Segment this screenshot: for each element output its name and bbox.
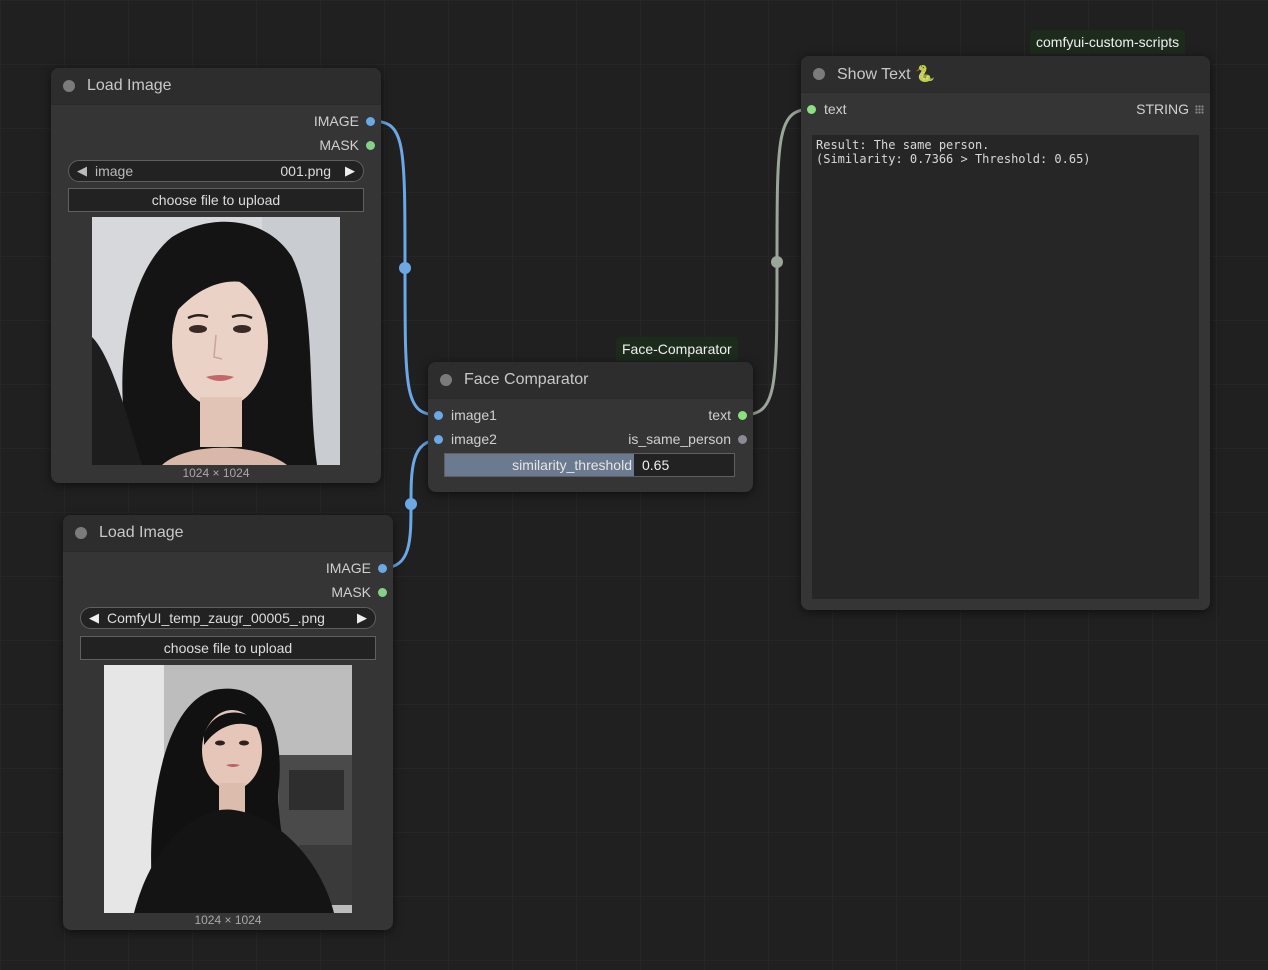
- input-slot-dot-icon[interactable]: [434, 434, 443, 444]
- output-label: IMAGE: [313, 113, 359, 129]
- face-comparator-node[interactable]: Face Comparator image1 image2 text is_sa…: [428, 362, 753, 492]
- output-label: text: [708, 407, 731, 423]
- show-text-node[interactable]: Show Text 🐍 text STRING Result: The same…: [801, 56, 1210, 610]
- combo-right-arrow-icon[interactable]: ▶: [337, 163, 363, 179]
- node-title-bar[interactable]: Load Image: [63, 515, 393, 552]
- link-midpoint-image2[interactable]: [405, 498, 417, 510]
- slider-value: 0.65: [642, 457, 670, 473]
- input-label: image1: [451, 407, 497, 423]
- upload-button[interactable]: choose file to upload: [68, 188, 364, 212]
- node-title: Face Comparator: [464, 371, 589, 388]
- combo-label: image: [95, 163, 134, 179]
- result-line: (Similarity: 0.7366 > Threshold: 0.65): [816, 152, 1091, 166]
- load-image-node-1[interactable]: Load Image IMAGE MASK ◀ image 001.png ▶ …: [51, 68, 381, 483]
- output-slot-dot-icon[interactable]: [366, 116, 375, 126]
- output-mask[interactable]: MASK: [319, 135, 375, 155]
- output-slot-dot-icon[interactable]: [738, 410, 747, 420]
- output-text[interactable]: text: [708, 405, 747, 425]
- image-combo-widget[interactable]: ◀ ComfyUI_temp_zaugr_00005_.png ▶: [80, 607, 376, 629]
- image-dimensions: 1024 × 1024: [182, 466, 250, 480]
- output-slot-dot-icon[interactable]: [378, 587, 387, 597]
- combo-right-arrow-icon[interactable]: ▶: [349, 610, 375, 626]
- output-image[interactable]: IMAGE: [326, 558, 387, 578]
- collapse-dot-icon[interactable]: [813, 68, 825, 80]
- collapse-dot-icon[interactable]: [63, 80, 75, 92]
- output-mask[interactable]: MASK: [331, 582, 387, 602]
- slider-fill: similarity_threshold: [445, 454, 634, 476]
- node-source-badge: comfyui-custom-scripts: [1030, 30, 1186, 54]
- output-label: STRING: [1136, 101, 1189, 117]
- result-text-area[interactable]: Result: The same person. (Similarity: 0.7…: [812, 135, 1199, 599]
- input-label: text: [824, 101, 847, 117]
- output-label: is_same_person: [628, 431, 731, 447]
- similarity-threshold-slider[interactable]: similarity_threshold 0.65: [444, 453, 735, 477]
- image-preview: [104, 665, 352, 913]
- output-string[interactable]: STRING: [1136, 99, 1204, 119]
- load-image-node-2[interactable]: Load Image IMAGE MASK ◀ ComfyUI_temp_zau…: [63, 515, 393, 930]
- node-title-bar[interactable]: Show Text 🐍: [801, 56, 1210, 93]
- result-line: Result: The same person.: [816, 138, 990, 152]
- input-image2[interactable]: image2: [434, 429, 497, 449]
- slider-label: similarity_threshold: [512, 457, 632, 473]
- output-slot-dot-icon[interactable]: [738, 434, 747, 444]
- image-dimensions: 1024 × 1024: [194, 913, 262, 927]
- node-source-badge: Face-Comparator: [616, 337, 738, 361]
- input-image1[interactable]: image1: [434, 405, 497, 425]
- combo-value: 001.png: [280, 163, 331, 179]
- image-preview: [92, 217, 340, 465]
- node-title-bar[interactable]: Face Comparator: [428, 362, 753, 399]
- image-combo-widget[interactable]: ◀ image 001.png ▶: [68, 160, 364, 182]
- input-slot-dot-icon[interactable]: [807, 104, 816, 114]
- input-label: image2: [451, 431, 497, 447]
- grid-slot-icon[interactable]: [1195, 104, 1204, 114]
- combo-left-arrow-icon[interactable]: ◀: [69, 163, 95, 179]
- link-midpoint-image1[interactable]: [399, 262, 411, 274]
- link-midpoint-text[interactable]: [771, 256, 783, 268]
- input-text[interactable]: text: [807, 99, 847, 119]
- output-label: MASK: [319, 137, 359, 153]
- collapse-dot-icon[interactable]: [440, 374, 452, 386]
- output-slot-dot-icon[interactable]: [366, 140, 375, 150]
- node-title: Load Image: [99, 524, 184, 541]
- node-title: Load Image: [87, 77, 172, 94]
- combo-value: ComfyUI_temp_zaugr_00005_.png: [107, 610, 325, 626]
- output-is-same-person[interactable]: is_same_person: [628, 429, 747, 449]
- combo-left-arrow-icon[interactable]: ◀: [81, 610, 107, 626]
- node-title-bar[interactable]: Load Image: [51, 68, 381, 105]
- collapse-dot-icon[interactable]: [75, 527, 87, 539]
- output-slot-dot-icon[interactable]: [378, 563, 387, 573]
- node-title: Show Text 🐍: [837, 66, 935, 83]
- output-label: IMAGE: [325, 560, 371, 576]
- output-label: MASK: [331, 584, 371, 600]
- upload-button[interactable]: choose file to upload: [80, 636, 376, 660]
- output-image[interactable]: IMAGE: [314, 111, 375, 131]
- input-slot-dot-icon[interactable]: [434, 410, 443, 420]
